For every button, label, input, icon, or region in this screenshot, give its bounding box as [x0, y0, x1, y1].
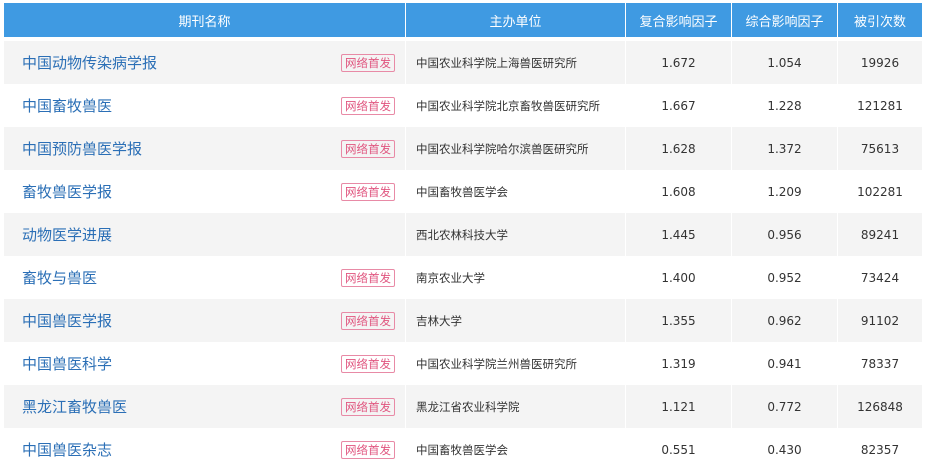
- cell-citations: 73424: [860, 270, 900, 285]
- journal-name-link[interactable]: 中国预防兽医学报: [22, 138, 142, 159]
- cell-citations: 78337: [860, 356, 900, 371]
- journal-table: 期刊名称 主办单位 复合影响因子 综合影响因子 被引次数 中国动物传染病学报 网…: [4, 3, 922, 471]
- online-first-badge: 网络首发: [341, 397, 395, 416]
- cell-sponsor: 吉林大学: [406, 299, 626, 342]
- table-row: 畜牧与兽医 网络首发 南京农业大学 1.400 0.952 73424: [4, 256, 922, 299]
- cell-composite-if: 1.608: [626, 170, 732, 213]
- cell-journal-name: 中国畜牧兽医 网络首发: [4, 84, 406, 127]
- cell-comprehensive-if: 0.772: [732, 385, 838, 428]
- journal-name-link[interactable]: 畜牧兽医学报: [22, 181, 112, 202]
- header-citations[interactable]: 被引次数: [838, 3, 922, 37]
- table-header: 期刊名称 主办单位 复合影响因子 综合影响因子 被引次数: [4, 3, 922, 37]
- cell-composite-if: 1.400: [626, 256, 732, 299]
- journal-name-link[interactable]: 中国兽医科学: [22, 353, 112, 374]
- cell-sponsor: 南京农业大学: [406, 256, 626, 299]
- journal-name-link[interactable]: 中国动物传染病学报: [22, 52, 157, 73]
- cell-citations: 102281: [857, 184, 903, 199]
- table-row: 中国兽医科学 网络首发 中国农业科学院兰州兽医研究所 1.319 0.941 7…: [4, 342, 922, 385]
- cell-comprehensive-if: 0.956: [732, 213, 838, 256]
- cell-sponsor: 中国农业科学院兰州兽医研究所: [406, 342, 626, 385]
- online-first-badge: 网络首发: [341, 53, 395, 72]
- online-first-badge: 网络首发: [341, 354, 395, 373]
- cell-comprehensive-if: 0.952: [732, 256, 838, 299]
- header-journal-name[interactable]: 期刊名称: [4, 3, 406, 37]
- cell-journal-name: 中国兽医学报 网络首发: [4, 299, 406, 342]
- online-first-badge: 网络首发: [341, 268, 395, 287]
- cell-comprehensive-if: 0.430: [732, 428, 838, 471]
- cell-composite-if: 1.445: [626, 213, 732, 256]
- online-first-badge: 网络首发: [341, 139, 395, 158]
- cell-sponsor: 中国农业科学院哈尔滨兽医研究所: [406, 127, 626, 170]
- cell-journal-name: 畜牧与兽医 网络首发: [4, 256, 406, 299]
- cell-citations: 89241: [860, 227, 900, 242]
- cell-composite-if: 1.628: [626, 127, 732, 170]
- cell-composite-if: 1.121: [626, 385, 732, 428]
- cell-citations: 126848: [857, 399, 903, 414]
- journal-name-link[interactable]: 动物医学进展: [22, 224, 112, 245]
- cell-comprehensive-if: 0.941: [732, 342, 838, 385]
- header-sponsor[interactable]: 主办单位: [406, 3, 626, 37]
- cell-sponsor: 中国农业科学院北京畜牧兽医研究所: [406, 84, 626, 127]
- table-row: 中国动物传染病学报 网络首发 中国农业科学院上海兽医研究所 1.672 1.05…: [4, 41, 922, 84]
- cell-journal-name: 中国兽医科学 网络首发: [4, 342, 406, 385]
- cell-comprehensive-if: 1.209: [732, 170, 838, 213]
- cell-comprehensive-if: 1.228: [732, 84, 838, 127]
- table-row: 中国兽医学报 网络首发 吉林大学 1.355 0.962 91102: [4, 299, 922, 342]
- cell-journal-name: 动物医学进展: [4, 213, 406, 256]
- journal-name-link[interactable]: 黑龙江畜牧兽医: [22, 396, 127, 417]
- table-row: 动物医学进展 西北农林科技大学 1.445 0.956 89241: [4, 213, 922, 256]
- cell-sponsor: 中国畜牧兽医学会: [406, 170, 626, 213]
- cell-composite-if: 0.551: [626, 428, 732, 471]
- online-first-badge: 网络首发: [341, 440, 395, 459]
- cell-sponsor: 西北农林科技大学: [406, 213, 626, 256]
- cell-sponsor: 中国农业科学院上海兽医研究所: [406, 41, 626, 84]
- online-first-badge: 网络首发: [341, 96, 395, 115]
- journal-name-link[interactable]: 中国兽医杂志: [22, 439, 112, 460]
- table-row: 黑龙江畜牧兽医 网络首发 黑龙江省农业科学院 1.121 0.772 12684…: [4, 385, 922, 428]
- journal-name-link[interactable]: 中国畜牧兽医: [22, 95, 112, 116]
- cell-journal-name: 畜牧兽医学报 网络首发: [4, 170, 406, 213]
- cell-composite-if: 1.319: [626, 342, 732, 385]
- online-first-badge: 网络首发: [341, 182, 395, 201]
- cell-journal-name: 中国动物传染病学报 网络首发: [4, 41, 406, 84]
- cell-sponsor: 中国畜牧兽医学会: [406, 428, 626, 471]
- table-row: 中国畜牧兽医 网络首发 中国农业科学院北京畜牧兽医研究所 1.667 1.228…: [4, 84, 922, 127]
- cell-comprehensive-if: 1.054: [732, 41, 838, 84]
- cell-composite-if: 1.667: [626, 84, 732, 127]
- header-composite-if[interactable]: 复合影响因子: [626, 3, 732, 37]
- journal-name-link[interactable]: 畜牧与兽医: [22, 267, 97, 288]
- cell-citations: 19926: [860, 55, 900, 70]
- table-body: 中国动物传染病学报 网络首发 中国农业科学院上海兽医研究所 1.672 1.05…: [4, 37, 922, 471]
- cell-comprehensive-if: 1.372: [732, 127, 838, 170]
- table-row: 畜牧兽医学报 网络首发 中国畜牧兽医学会 1.608 1.209 102281: [4, 170, 922, 213]
- header-comprehensive-if[interactable]: 综合影响因子: [732, 3, 838, 37]
- table-row: 中国兽医杂志 网络首发 中国畜牧兽医学会 0.551 0.430 82357: [4, 428, 922, 471]
- online-first-badge: 网络首发: [341, 311, 395, 330]
- cell-composite-if: 1.355: [626, 299, 732, 342]
- cell-citations: 91102: [860, 313, 900, 328]
- cell-citations: 121281: [857, 98, 903, 113]
- cell-comprehensive-if: 0.962: [732, 299, 838, 342]
- cell-citations: 82357: [860, 442, 900, 457]
- cell-citations: 75613: [860, 141, 900, 156]
- cell-journal-name: 中国预防兽医学报 网络首发: [4, 127, 406, 170]
- table-row: 中国预防兽医学报 网络首发 中国农业科学院哈尔滨兽医研究所 1.628 1.37…: [4, 127, 922, 170]
- cell-sponsor: 黑龙江省农业科学院: [406, 385, 626, 428]
- cell-journal-name: 黑龙江畜牧兽医 网络首发: [4, 385, 406, 428]
- cell-composite-if: 1.672: [626, 41, 732, 84]
- cell-journal-name: 中国兽医杂志 网络首发: [4, 428, 406, 471]
- journal-name-link[interactable]: 中国兽医学报: [22, 310, 112, 331]
